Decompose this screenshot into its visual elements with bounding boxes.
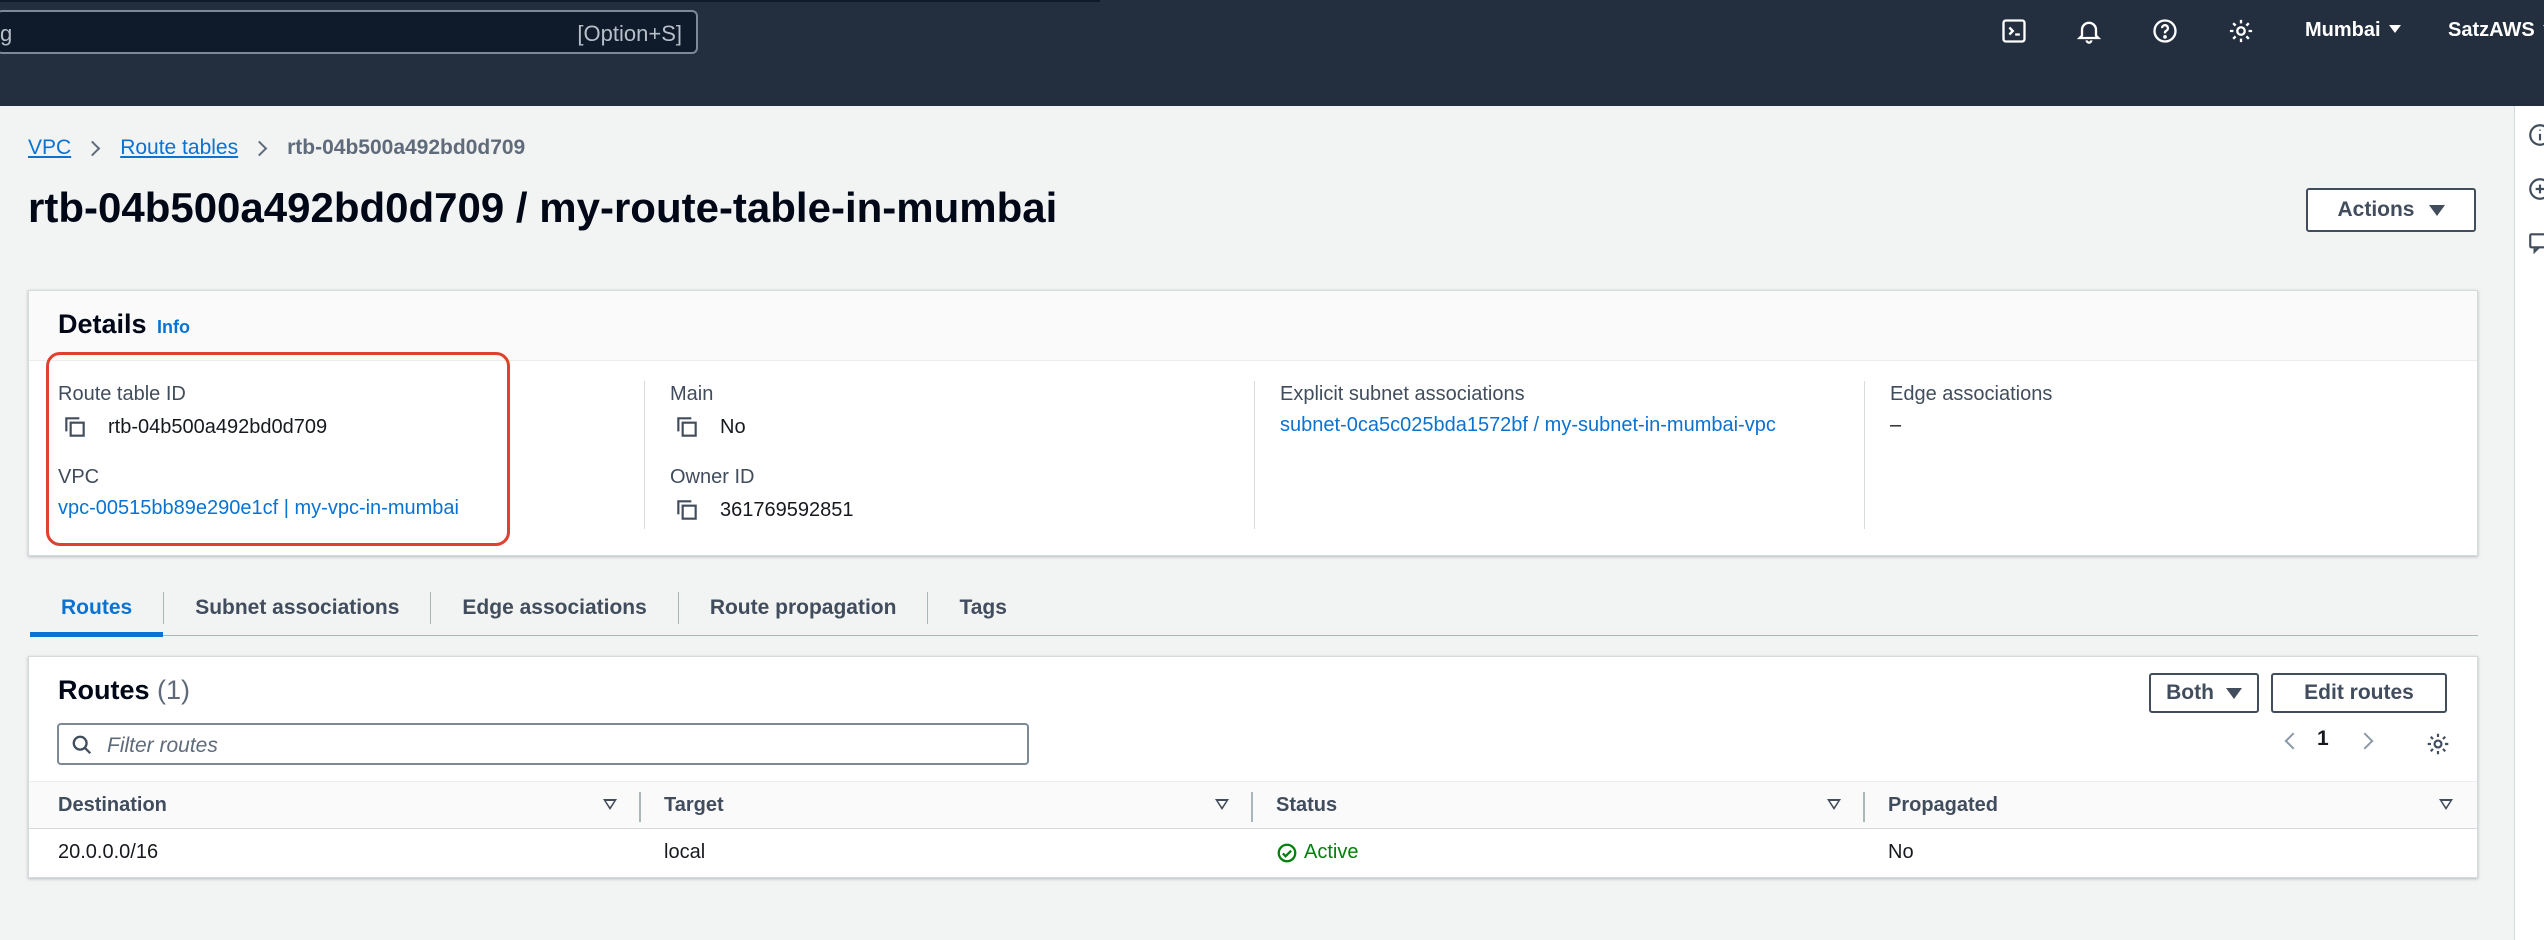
column-resizer[interactable] bbox=[1251, 792, 1253, 822]
tab-tags[interactable]: Tags bbox=[928, 580, 1037, 636]
chevron-right-icon[interactable] bbox=[2356, 732, 2374, 750]
column-divider bbox=[1864, 381, 1865, 529]
details-header: Details Info bbox=[29, 291, 2477, 361]
account-menu[interactable]: SatzAWS bbox=[2448, 19, 2544, 42]
breadcrumb: VPC Route tables rtb-04b500a492bd0d709 bbox=[28, 136, 525, 160]
preferences-gear-icon[interactable] bbox=[2425, 731, 2451, 757]
routes-title: Routes (1) bbox=[58, 675, 190, 706]
main-value: No bbox=[670, 414, 853, 440]
sort-icon[interactable] bbox=[1827, 799, 1841, 810]
edge-associations-value: – bbox=[1890, 414, 1902, 436]
cloudshell-icon[interactable] bbox=[1999, 16, 2029, 46]
settings-gear-icon[interactable] bbox=[2226, 16, 2256, 46]
routes-panel: Routes (1) Both Edit routes Filter route… bbox=[28, 656, 2478, 878]
owner-id-label: Owner ID bbox=[670, 466, 755, 488]
routes-count: (1) bbox=[157, 675, 191, 705]
info-link[interactable]: Info bbox=[157, 317, 190, 338]
copy-icon[interactable] bbox=[674, 414, 700, 440]
status-text: Active bbox=[1304, 841, 1359, 863]
cell-target: local bbox=[664, 841, 706, 863]
search-placeholder: g bbox=[0, 21, 13, 46]
caret-down-icon bbox=[2388, 25, 2401, 33]
copy-icon[interactable] bbox=[674, 497, 700, 523]
tutorial-icon[interactable] bbox=[2527, 176, 2544, 202]
column-propagated[interactable]: Propagated bbox=[1888, 794, 1998, 817]
account-label: SatzAWS bbox=[2448, 19, 2535, 41]
tab-route-propagation[interactable]: Route propagation bbox=[679, 580, 928, 636]
column-destination[interactable]: Destination bbox=[58, 794, 167, 817]
actions-button[interactable]: Actions bbox=[2306, 188, 2476, 232]
check-circle-icon bbox=[1277, 843, 1297, 862]
column-divider bbox=[1254, 381, 1255, 529]
tab-bar: Routes Subnet associations Edge associat… bbox=[30, 580, 2478, 637]
notifications-bell-icon[interactable] bbox=[2074, 16, 2104, 46]
chevron-right-icon bbox=[84, 140, 101, 156]
caret-down-icon bbox=[2428, 204, 2445, 216]
tab-edge-associations[interactable]: Edge associations bbox=[431, 580, 677, 636]
both-label: Both bbox=[2166, 681, 2214, 704]
main: No bbox=[720, 415, 746, 438]
column-divider bbox=[644, 381, 645, 529]
filter-placeholder: Filter routes bbox=[107, 734, 218, 757]
chevron-right-icon bbox=[251, 140, 268, 156]
sort-icon[interactable] bbox=[1215, 799, 1229, 810]
region-selector[interactable]: Mumbai bbox=[2305, 19, 2401, 42]
page-number[interactable]: 1 bbox=[2317, 727, 2329, 751]
highlight-annotation bbox=[46, 352, 510, 546]
column-status[interactable]: Status bbox=[1276, 794, 1337, 817]
tab-subnet-associations[interactable]: Subnet associations bbox=[164, 580, 430, 636]
column-resizer[interactable] bbox=[1863, 792, 1865, 822]
actions-label: Actions bbox=[2337, 198, 2415, 221]
routes-title-text: Routes bbox=[58, 675, 150, 705]
details-title: Details bbox=[58, 309, 147, 339]
breadcrumb-vpc[interactable]: VPC bbox=[28, 136, 71, 160]
cell-status: Active bbox=[1276, 841, 1358, 864]
feedback-icon[interactable] bbox=[2527, 230, 2544, 256]
edge-associations-label: Edge associations bbox=[1890, 383, 2053, 405]
details-column-2: Main No Owner ID 361769592851 bbox=[670, 383, 853, 523]
owner-id-value: 361769592851 bbox=[670, 497, 853, 523]
info-panel-icon[interactable] bbox=[2527, 122, 2544, 148]
column-target[interactable]: Target bbox=[664, 794, 724, 817]
details-column-3: Explicit subnet associations subnet-0ca5… bbox=[1280, 383, 1776, 437]
breadcrumb-route-tables[interactable]: Route tables bbox=[120, 136, 238, 160]
region-label: Mumbai bbox=[2305, 19, 2381, 41]
caret-down-icon bbox=[2225, 687, 2242, 699]
help-icon[interactable] bbox=[2150, 16, 2180, 46]
both-filter-dropdown[interactable]: Both bbox=[2149, 673, 2259, 713]
search-shortcut: [Option+S] bbox=[577, 21, 682, 46]
breadcrumb-current: rtb-04b500a492bd0d709 bbox=[287, 136, 526, 159]
explicit-subnet-link[interactable]: subnet-0ca5c025bda1572bf / my-subnet-in-… bbox=[1280, 414, 1776, 437]
nav-accent-line bbox=[0, 0, 1100, 2]
owner-id: 361769592851 bbox=[720, 498, 854, 521]
table-header: Destination Target Status Propagated bbox=[29, 781, 2477, 829]
search-input[interactable]: g [Option+S] bbox=[0, 10, 698, 54]
search-icon bbox=[72, 735, 92, 755]
tab-routes[interactable]: Routes bbox=[30, 580, 164, 637]
page-title: rtb-04b500a492bd0d709 / my-route-table-i… bbox=[28, 184, 1058, 231]
tools-rail bbox=[2514, 106, 2544, 940]
details-column-4: Edge associations – bbox=[1890, 383, 2052, 437]
top-navigation: g [Option+S] Mumbai SatzAWS bbox=[0, 0, 2544, 106]
chevron-left-icon[interactable] bbox=[2284, 732, 2302, 750]
explicit-subnet-label: Explicit subnet associations bbox=[1280, 383, 1525, 405]
cell-propagated: No bbox=[1888, 841, 1914, 863]
explicit-subnet-value: subnet-0ca5c025bda1572bf / my-subnet-in-… bbox=[1280, 414, 1776, 437]
cell-destination: 20.0.0.0/16 bbox=[58, 841, 159, 863]
filter-routes-input[interactable]: Filter routes bbox=[57, 723, 1029, 765]
main-label: Main bbox=[670, 383, 714, 405]
sort-icon[interactable] bbox=[603, 799, 617, 810]
sort-icon[interactable] bbox=[2439, 799, 2453, 810]
edit-routes-button[interactable]: Edit routes bbox=[2271, 673, 2447, 713]
column-resizer[interactable] bbox=[639, 792, 641, 822]
